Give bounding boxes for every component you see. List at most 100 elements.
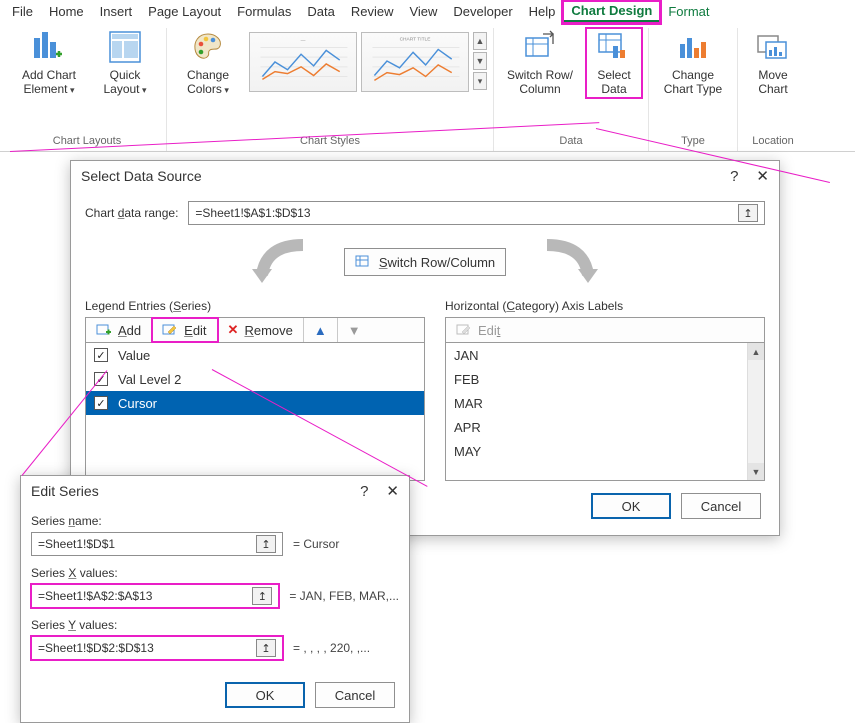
tab-help[interactable]: Help bbox=[521, 2, 564, 21]
tab-file[interactable]: File bbox=[4, 2, 41, 21]
tab-format[interactable]: Format bbox=[660, 2, 717, 21]
group-location: Move Chart Location bbox=[738, 28, 808, 151]
style-gallery-more[interactable]: ▾ bbox=[473, 72, 487, 90]
tab-chartdesign[interactable]: Chart Design bbox=[563, 1, 660, 23]
tab-pagelayout[interactable]: Page Layout bbox=[140, 2, 229, 21]
series-item[interactable]: ✓ Cursor bbox=[86, 391, 424, 415]
chart-style-thumb-1[interactable]: — bbox=[249, 32, 357, 92]
dialog-title: Select Data Source bbox=[81, 168, 202, 184]
group-label-layouts: Chart Layouts bbox=[14, 133, 160, 151]
series-add-button[interactable]: Add bbox=[86, 318, 152, 342]
series-listbox[interactable]: ✓ Value ✓ Val Level 2 ✓ Cursor bbox=[85, 343, 425, 481]
series-y-label: Series Y values: bbox=[31, 618, 399, 632]
series-toolbar: Add Edit ✕ Remove ▲ ▼ bbox=[85, 317, 425, 343]
change-colors-button[interactable]: Change Colors bbox=[173, 28, 243, 99]
es-cancel-button[interactable]: Cancel bbox=[315, 682, 395, 708]
svg-text:—: — bbox=[301, 39, 306, 44]
category-scrollbar[interactable]: ▲ ▼ bbox=[747, 343, 764, 480]
series-item[interactable]: ✓ Value bbox=[86, 343, 424, 367]
series-checkbox[interactable]: ✓ bbox=[94, 396, 108, 410]
sds-ok-button[interactable]: OK bbox=[591, 493, 671, 519]
group-label-type: Type bbox=[655, 133, 731, 151]
arrow-right-icon bbox=[532, 239, 602, 285]
es-ok-button[interactable]: OK bbox=[225, 682, 305, 708]
quick-layout-button[interactable]: Quick Layout bbox=[90, 28, 160, 99]
add-chart-element-button[interactable]: Add Chart Element bbox=[14, 28, 84, 99]
sds-cancel-button[interactable]: Cancel bbox=[681, 493, 761, 519]
switch-row-column-button[interactable]: Switch Row/ Column bbox=[500, 28, 580, 98]
series-y-input[interactable]: =Sheet1!$D$2:$D$13 ↥ bbox=[31, 636, 283, 660]
group-chart-layouts: Add Chart Element Quick Layout Chart Lay… bbox=[8, 28, 167, 151]
axis-labels-label: Horizontal (Category) Axis Labels bbox=[445, 299, 765, 313]
group-chart-styles: Change Colors — CHART TITLE ▲ ▼ ▾ Chart … bbox=[167, 28, 494, 151]
scroll-up[interactable]: ▲ bbox=[748, 343, 764, 360]
scroll-down[interactable]: ▼ bbox=[748, 463, 764, 480]
switch-row-column-icon bbox=[523, 30, 557, 64]
category-listbox[interactable]: JAN FEB MAR APR MAY ▲ ▼ bbox=[445, 343, 765, 481]
dialog-help-button[interactable]: ? bbox=[360, 483, 368, 500]
switch-icon bbox=[355, 253, 373, 271]
edit-icon bbox=[162, 322, 178, 338]
category-item[interactable]: APR bbox=[446, 415, 764, 439]
tab-developer[interactable]: Developer bbox=[445, 2, 520, 21]
select-data-icon bbox=[597, 30, 631, 64]
tab-review[interactable]: Review bbox=[343, 2, 402, 21]
edit-icon bbox=[456, 322, 472, 338]
ribbon-body: Add Chart Element Quick Layout Chart Lay… bbox=[0, 24, 855, 152]
category-item[interactable]: MAR bbox=[446, 391, 764, 415]
axis-toolbar: Edit bbox=[445, 317, 765, 343]
group-type: Change Chart Type Type bbox=[649, 28, 738, 151]
add-icon bbox=[96, 322, 112, 338]
chart-data-range-label: Chart data range: bbox=[85, 206, 178, 220]
series-name-result: = Cursor bbox=[293, 537, 339, 551]
palette-icon bbox=[191, 30, 225, 64]
arrow-left-icon bbox=[248, 239, 318, 285]
move-chart-button[interactable]: Move Chart bbox=[744, 28, 802, 98]
svg-text:CHART TITLE: CHART TITLE bbox=[400, 37, 432, 43]
tab-formulas[interactable]: Formulas bbox=[229, 2, 299, 21]
group-label-location: Location bbox=[744, 133, 802, 151]
edit-series-dialog: Edit Series ? ✕ Series name: =Sheet1!$D$… bbox=[20, 475, 410, 723]
ribbon-tabs: File Home Insert Page Layout Formulas Da… bbox=[0, 0, 855, 24]
series-y-result: = , , , , 220, ,... bbox=[293, 641, 370, 655]
range-reference-button[interactable]: ↥ bbox=[256, 535, 276, 553]
change-chart-type-button[interactable]: Change Chart Type bbox=[655, 28, 731, 98]
select-data-button[interactable]: Select Data bbox=[586, 28, 642, 98]
tab-home[interactable]: Home bbox=[41, 2, 92, 21]
series-move-up-button[interactable]: ▲ bbox=[304, 318, 338, 342]
category-item[interactable]: JAN bbox=[446, 343, 764, 367]
add-chart-element-icon bbox=[32, 30, 66, 64]
series-x-result: = JAN, FEB, MAR,... bbox=[289, 589, 399, 603]
series-edit-button[interactable]: Edit bbox=[152, 318, 217, 342]
series-remove-button[interactable]: ✕ Remove bbox=[218, 318, 304, 342]
chart-data-range-input[interactable]: =Sheet1!$A$1:$D$13 ↥ bbox=[188, 201, 765, 225]
tab-insert[interactable]: Insert bbox=[92, 2, 141, 21]
series-x-input[interactable]: =Sheet1!$A$2:$A$13 ↥ bbox=[31, 584, 279, 608]
dialog-close-button[interactable]: ✕ bbox=[756, 167, 769, 185]
tab-data[interactable]: Data bbox=[299, 2, 342, 21]
range-reference-button[interactable]: ↥ bbox=[738, 204, 758, 222]
series-move-down-button[interactable]: ▼ bbox=[338, 318, 371, 342]
chart-style-thumb-2[interactable]: CHART TITLE bbox=[361, 32, 469, 92]
series-x-label: Series X values: bbox=[31, 566, 399, 580]
remove-icon: ✕ bbox=[228, 322, 239, 338]
series-name-label: Series name: bbox=[31, 514, 399, 528]
range-reference-button[interactable]: ↥ bbox=[252, 587, 272, 605]
category-item[interactable]: MAY bbox=[446, 439, 764, 463]
style-gallery-down[interactable]: ▼ bbox=[473, 52, 487, 70]
switch-row-column-dialog-button[interactable]: Switch Row/Column bbox=[344, 248, 506, 276]
series-checkbox[interactable]: ✓ bbox=[94, 348, 108, 362]
series-name-input[interactable]: =Sheet1!$D$1 ↥ bbox=[31, 532, 283, 556]
axis-edit-button[interactable]: Edit bbox=[446, 318, 510, 342]
dialog-help-button[interactable]: ? bbox=[730, 168, 738, 185]
group-label-data: Data bbox=[500, 133, 642, 151]
category-item[interactable]: FEB bbox=[446, 367, 764, 391]
style-gallery-up[interactable]: ▲ bbox=[473, 32, 487, 50]
dialog-close-button[interactable]: ✕ bbox=[386, 482, 399, 500]
tab-view[interactable]: View bbox=[401, 2, 445, 21]
range-reference-button[interactable]: ↥ bbox=[256, 639, 276, 657]
move-chart-icon bbox=[756, 30, 790, 64]
series-item[interactable]: ✓ Val Level 2 bbox=[86, 367, 424, 391]
legend-entries-label: Legend Entries (Series) bbox=[85, 299, 425, 313]
quick-layout-icon bbox=[108, 30, 142, 64]
